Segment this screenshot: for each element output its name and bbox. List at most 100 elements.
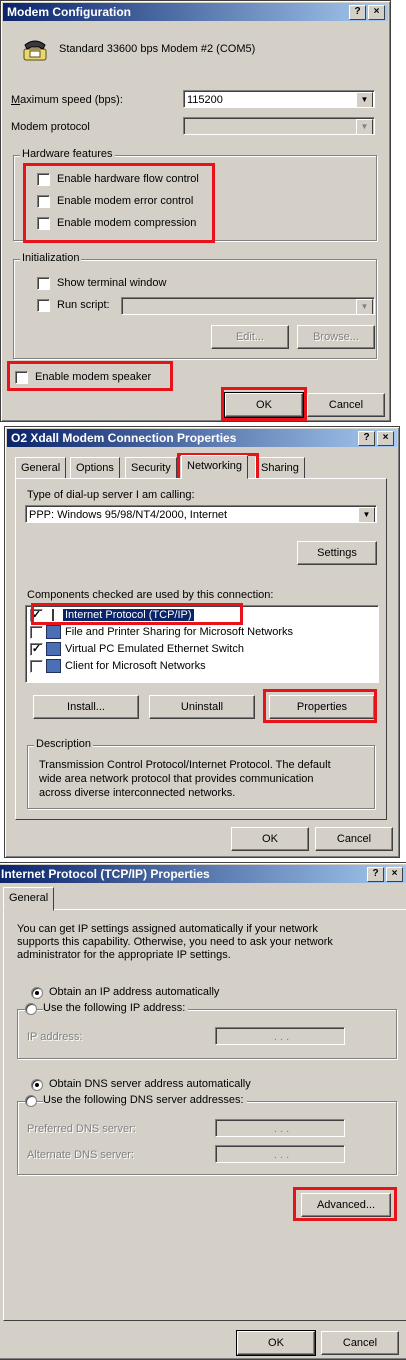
show-terminal-checkbox[interactable] bbox=[37, 277, 50, 290]
alternate-dns-dots: . . . bbox=[273, 1149, 290, 1161]
components-label: Components checked are used by this conn… bbox=[27, 589, 274, 601]
tab-sharing[interactable]: Sharing bbox=[255, 457, 305, 479]
error-control-label[interactable]: Enable modem error control bbox=[57, 195, 193, 207]
alternate-dns-field[interactable]: . . . bbox=[215, 1145, 345, 1163]
preferred-dns-dots: . . . bbox=[273, 1123, 290, 1135]
network-client-icon bbox=[46, 659, 61, 674]
chevron-down-icon[interactable]: ▼ bbox=[358, 507, 375, 522]
tab-options[interactable]: Options bbox=[70, 457, 120, 479]
hardware-flow-checkbox[interactable] bbox=[37, 173, 50, 186]
list-item[interactable]: File and Printer Sharing for Microsoft N… bbox=[30, 625, 293, 640]
browse-button[interactable]: Browse... bbox=[297, 325, 375, 349]
max-speed-value: 115200 bbox=[187, 94, 223, 106]
ip-address-dots: . . . bbox=[273, 1031, 290, 1043]
settings-button[interactable]: Settings bbox=[297, 541, 377, 565]
max-speed-select[interactable]: 115200 ▼ bbox=[183, 90, 375, 108]
connection-properties-window: O2 Xdall Modem Connection Properties ? ×… bbox=[4, 426, 400, 858]
run-script-label[interactable]: Run script: bbox=[57, 299, 110, 311]
cancel-button[interactable]: Cancel bbox=[315, 827, 393, 851]
compression-checkbox[interactable] bbox=[37, 217, 50, 230]
obtain-ip-radio[interactable] bbox=[31, 987, 43, 999]
edit-button[interactable]: Edit... bbox=[211, 325, 289, 349]
connection-window-title: O2 Xdall Modem Connection Properties bbox=[11, 431, 237, 445]
use-dns-radio[interactable] bbox=[25, 1095, 37, 1107]
error-control-checkbox[interactable] bbox=[37, 195, 50, 208]
modem-config-window: Modem Configuration ? × Standard 33600 b… bbox=[0, 0, 391, 422]
modem-device-name: Standard 33600 bps Modem #2 (COM5) bbox=[59, 43, 256, 55]
chevron-down-icon[interactable]: ▼ bbox=[356, 92, 373, 107]
use-dns-label[interactable]: Use the following DNS server addresses: bbox=[43, 1094, 247, 1106]
virtual-switch-checkbox[interactable]: ✓ bbox=[30, 642, 43, 656]
network-protocol-icon bbox=[46, 609, 59, 622]
modem-speaker-checkbox[interactable] bbox=[15, 371, 28, 384]
modem-protocol-label: Modem protocol bbox=[11, 121, 90, 133]
tcpip-properties-window: Internet Protocol (TCP/IP) Properties ? … bbox=[0, 862, 406, 1360]
list-item[interactable]: Client for Microsoft Networks bbox=[30, 659, 206, 674]
chevron-down-icon[interactable]: ▼ bbox=[356, 119, 373, 134]
chevron-down-icon[interactable]: ▼ bbox=[356, 299, 373, 314]
ok-button[interactable]: OK bbox=[224, 392, 304, 418]
install-button[interactable]: Install... bbox=[33, 695, 139, 719]
run-script-checkbox[interactable] bbox=[37, 299, 50, 312]
cancel-button[interactable]: Cancel bbox=[321, 1331, 399, 1355]
tab-security[interactable]: Security bbox=[125, 457, 177, 479]
tcpip-window-title: Internet Protocol (TCP/IP) Properties bbox=[1, 867, 210, 881]
help-button[interactable]: ? bbox=[367, 867, 384, 882]
network-client-icon bbox=[46, 642, 61, 657]
ok-button[interactable]: OK bbox=[236, 1330, 316, 1356]
tab-general[interactable]: General bbox=[15, 457, 67, 479]
obtain-dns-radio[interactable] bbox=[31, 1079, 43, 1091]
ip-address-field[interactable]: . . . bbox=[215, 1027, 345, 1045]
close-button[interactable]: × bbox=[377, 431, 394, 446]
tcpip-title-bar[interactable]: Internet Protocol (TCP/IP) Properties ? … bbox=[0, 865, 406, 883]
advanced-button[interactable]: Advanced... bbox=[301, 1193, 391, 1217]
list-item[interactable]: ✓ Virtual PC Emulated Ethernet Switch bbox=[30, 642, 244, 657]
server-type-select[interactable]: PPP: Windows 95/98/NT4/2000, Internet ▼ bbox=[25, 505, 377, 523]
cancel-button[interactable]: Cancel bbox=[307, 393, 385, 417]
intro-line-3: administrator for the appropriate IP set… bbox=[17, 949, 231, 961]
modem-protocol-select[interactable]: ▼ bbox=[183, 117, 375, 135]
ms-client-checkbox[interactable] bbox=[30, 659, 43, 673]
list-item[interactable]: ✓ Internet Protocol (TCP/IP) bbox=[30, 608, 194, 623]
initialization-label: Initialization bbox=[20, 252, 82, 264]
close-button[interactable]: × bbox=[368, 5, 385, 20]
help-button[interactable]: ? bbox=[358, 431, 375, 446]
hardware-flow-label[interactable]: Enable hardware flow control bbox=[57, 173, 199, 185]
connection-title-bar[interactable]: O2 Xdall Modem Connection Properties ? × bbox=[7, 429, 397, 447]
use-ip-label[interactable]: Use the following IP address: bbox=[43, 1002, 189, 1014]
tcpip-checkbox[interactable]: ✓ bbox=[30, 608, 43, 622]
tab-strip: General Options Security Networking Shar… bbox=[15, 455, 385, 479]
modem-speaker-label[interactable]: Enable modem speaker bbox=[35, 371, 151, 383]
max-speed-label-text: aximum speed (bps): bbox=[20, 94, 123, 106]
obtain-ip-label[interactable]: Obtain an IP address automatically bbox=[49, 986, 219, 998]
help-button[interactable]: ? bbox=[349, 5, 366, 20]
components-list: ✓ Internet Protocol (TCP/IP) File and Pri… bbox=[25, 605, 379, 683]
ok-button[interactable]: OK bbox=[231, 827, 309, 851]
tab-general[interactable]: General bbox=[3, 887, 55, 911]
uninstall-button[interactable]: Uninstall bbox=[149, 695, 255, 719]
close-button[interactable]: × bbox=[386, 867, 403, 882]
use-ip-radio[interactable] bbox=[25, 1003, 37, 1015]
obtain-dns-label[interactable]: Obtain DNS server address automatically bbox=[49, 1078, 251, 1090]
intro-line-2: supports this capability. Otherwise, you… bbox=[17, 936, 333, 948]
modem-window-title: Modem Configuration bbox=[7, 5, 131, 19]
file-sharing-checkbox[interactable] bbox=[30, 625, 43, 639]
description-label: Description bbox=[34, 738, 94, 750]
hardware-features-label: Hardware features bbox=[20, 148, 115, 160]
server-type-value: PPP: Windows 95/98/NT4/2000, Internet bbox=[29, 509, 228, 521]
description-line-3: across diverse interconnected networks. bbox=[39, 787, 236, 799]
max-speed-label: Maximum speed (bps): bbox=[11, 94, 123, 106]
show-terminal-label[interactable]: Show terminal window bbox=[57, 277, 166, 289]
network-service-icon bbox=[46, 625, 61, 640]
run-script-select[interactable]: ▼ bbox=[121, 297, 375, 315]
compression-label[interactable]: Enable modem compression bbox=[57, 217, 196, 229]
ip-address-label: IP address: bbox=[27, 1031, 83, 1043]
telephone-icon bbox=[23, 40, 47, 61]
preferred-dns-field[interactable]: . . . bbox=[215, 1119, 345, 1137]
server-type-label: Type of dial-up server I am calling: bbox=[27, 489, 195, 501]
tcpip-label: Internet Protocol (TCP/IP) bbox=[63, 609, 194, 621]
properties-button[interactable]: Properties bbox=[269, 695, 375, 719]
modem-title-bar[interactable]: Modem Configuration ? × bbox=[3, 3, 388, 21]
alternate-dns-label: Alternate DNS server: bbox=[27, 1149, 134, 1161]
tab-networking[interactable]: Networking bbox=[181, 455, 249, 479]
